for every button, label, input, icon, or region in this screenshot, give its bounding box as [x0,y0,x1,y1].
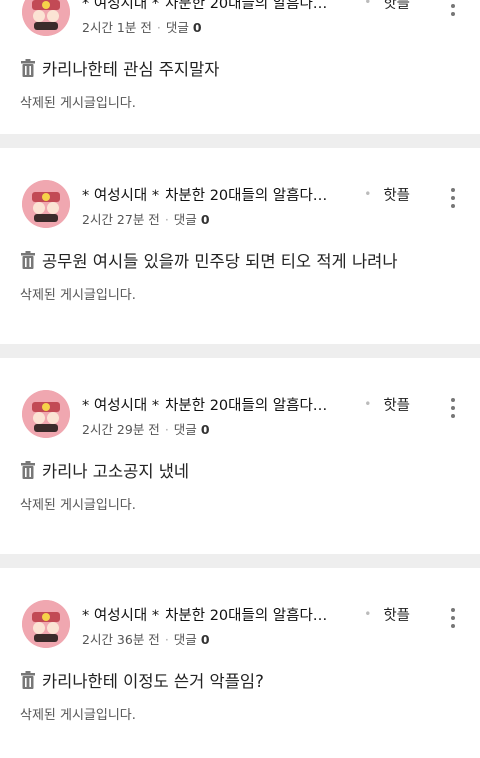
meta-dot: · [156,20,161,35]
comment-label: 댓글 [173,212,197,227]
author-line: * 여성시대 * 차분한 20대들의 알흠다… [82,184,390,205]
comment-count: 0 [200,632,210,647]
post-title: 공무원 여시들 있을까 민주당 되면 티오 적게 나려나 [42,252,398,271]
deleted-notice: 삭제된 게시글입니다. [20,498,136,513]
more-vertical-icon[interactable] [446,188,460,214]
meta-dot: · [164,632,169,647]
avatar[interactable] [22,180,70,228]
divider [0,554,480,568]
board-label[interactable]: 핫플 [364,604,410,625]
more-vertical-icon[interactable] [446,608,460,634]
post-feed: * 여성시대 *차분한 20대들의 알흠다… 핫플 2시간 1분 전·댓글0 카… [0,0,480,758]
board-label[interactable]: 핫플 [364,184,410,205]
comment-label: 댓글 [173,422,197,437]
post-meta: 2시간 1분 전 · 댓글 0 [82,17,202,36]
deleted-notice: 삭제된 게시글입니다. [20,96,136,111]
post-title: 카리나한테 이정도 쓴거 악플임? [42,672,264,691]
divider [0,344,480,358]
more-vertical-icon[interactable] [446,398,460,424]
author-name[interactable]: * 여성시대 * [82,188,159,204]
comment-count: 0 [192,20,202,35]
board-label[interactable]: 핫플 [364,394,410,415]
post-card[interactable]: * 여성시대 *차분한 20대들의 알흠다… 핫플 2시간 27분 전·댓글0 … [0,148,480,344]
post-meta: 2시간 27분 전 · 댓글 0 [82,209,210,228]
author-line: * 여성시대 * 차분한 20대들의 알흠다… [82,0,390,13]
avatar[interactable] [22,390,70,438]
avatar[interactable] [22,0,70,36]
post-title: 카리나한테 관심 주지말자 [42,60,220,79]
author-line: * 여성시대 * 차분한 20대들의 알흠다… [82,394,390,415]
board-label[interactable]: 핫플 [364,0,410,13]
comment-count: 0 [200,212,210,227]
post-header: * 여성시대 * 차분한 20대들의 알흠다… 핫플 2시간 1분 전 · 댓글0 [20,0,460,42]
post-title-row[interactable]: 카리나 고소공지 냈네 [20,458,460,482]
post-title-row[interactable]: 카리나한테 관심 주지말자 [20,56,460,80]
author-line: * 여성시대 * 차분한 20대들의 알흠다… [82,604,390,625]
post-title-row[interactable]: 카리나한테 이정도 쓴거 악플임? [20,668,460,692]
post-header: * 여성시대 * 차분한 20대들의 알흠다… 핫플 2시간 29분 전 · 댓글0 [20,384,460,444]
post-card[interactable]: * 여성시대 *차분한 20대들의 알흠다… 핫플 2시간 29분 전·댓글0 … [0,358,480,554]
meta-dot: · [164,212,169,227]
trash-icon [21,461,35,479]
author-tagline: 차분한 20대들의 알흠다… [165,188,328,204]
post-time: 2시간 36분 전 [82,632,160,647]
trash-icon [21,251,35,269]
post-card[interactable]: * 여성시대 *차분한 20대들의 알흠다… 핫플 2시간 36분 전·댓글0 … [0,568,480,758]
post-time: 2시간 27분 전 [82,212,160,227]
comment-label: 댓글 [173,632,197,647]
post-meta: 2시간 36분 전 · 댓글 0 [82,629,210,648]
post-header: * 여성시대 * 차분한 20대들의 알흠다… 핫플 2시간 27분 전 · 댓글0 [20,174,460,234]
comment-count: 0 [200,422,210,437]
post-meta: 2시간 29분 전 · 댓글 0 [82,419,210,438]
deleted-notice: 삭제된 게시글입니다. [20,288,136,303]
trash-icon [21,671,35,689]
post-header: * 여성시대 * 차분한 20대들의 알흠다… 핫플 2시간 36분 전 · 댓글0 [20,594,460,654]
meta-dot: · [164,422,169,437]
divider [0,134,480,148]
post-card[interactable]: * 여성시대 * 차분한 20대들의 알흠다… 핫플 2시간 1분 전 · 댓글0 카… [0,0,480,134]
author-name[interactable]: * 여성시대 * [82,0,159,12]
post-title-row[interactable]: 공무원 여시들 있을까 민주당 되면 티오 적게 나려나 [20,248,460,272]
deleted-notice: 삭제된 게시글입니다. [20,708,136,723]
trash-icon [21,59,35,77]
post-title: 카리나 고소공지 냈네 [42,462,190,481]
author-tagline: 차분한 20대들의 알흠다… [165,0,328,12]
more-vertical-icon[interactable] [446,0,460,22]
avatar[interactable] [22,600,70,648]
post-time: 2시간 1분 전 [82,20,152,35]
author-name[interactable]: * 여성시대 * [82,398,159,414]
author-name[interactable]: * 여성시대 * [82,608,159,624]
author-tagline: 차분한 20대들의 알흠다… [165,398,328,414]
post-time: 2시간 29분 전 [82,422,160,437]
author-tagline: 차분한 20대들의 알흠다… [165,608,328,624]
comment-label: 댓글 [165,20,189,35]
